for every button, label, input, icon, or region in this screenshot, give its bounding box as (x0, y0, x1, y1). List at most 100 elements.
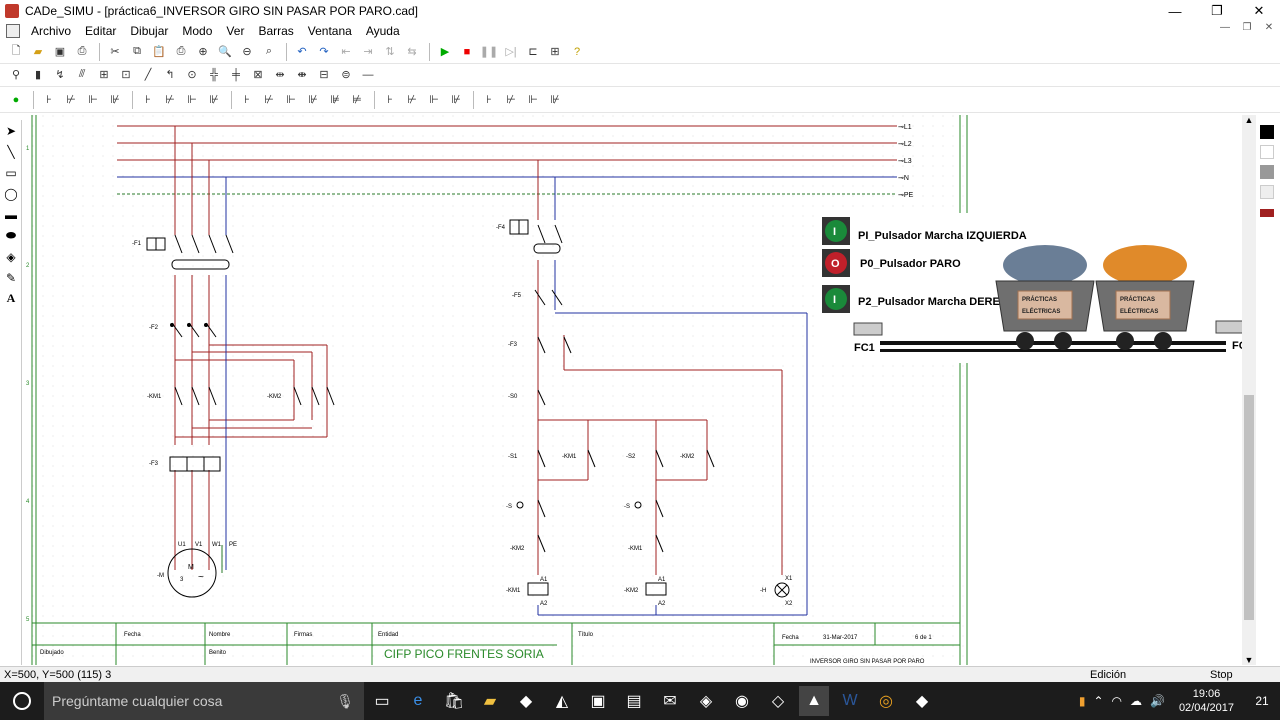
paste-icon[interactable]: 📋 (149, 42, 169, 62)
line-icon[interactable]: — (358, 65, 378, 85)
contact-15-icon[interactable]: ⊬ (402, 90, 422, 110)
line-tool-icon[interactable]: ╲ (0, 141, 22, 162)
chrome-icon[interactable]: ◎ (871, 686, 901, 716)
contact-13-icon[interactable]: ⊭ (347, 90, 367, 110)
contact-10-icon[interactable]: ⊩ (281, 90, 301, 110)
onedrive-icon[interactable]: ☁ (1130, 694, 1142, 708)
action-center-icon[interactable]: 21 (1244, 682, 1280, 720)
save-icon[interactable]: ▣ (50, 42, 70, 62)
close-button[interactable]: ✕ (1238, 0, 1280, 22)
switch-icon[interactable]: ╱ (138, 65, 158, 85)
store-icon[interactable]: 🛍 (439, 686, 469, 716)
contact-4-icon[interactable]: ⊦ (138, 90, 158, 110)
contact-14-icon[interactable]: ⊦ (380, 90, 400, 110)
breaker-icon[interactable]: ↯ (50, 65, 70, 85)
align-right-icon[interactable]: ⇥ (358, 42, 378, 62)
connector-icon[interactable]: ⇹ (270, 65, 290, 85)
taskbar-search[interactable]: Pregúntame cualquier cosa 🎙 (44, 682, 364, 720)
contact-18-icon[interactable]: ⊦ (479, 90, 499, 110)
scroll-up-icon[interactable]: ▲ (1242, 115, 1256, 125)
menu-dibujar[interactable]: Dibujar (123, 24, 175, 38)
undo-icon[interactable]: ↶ (292, 42, 312, 62)
menu-ver[interactable]: Ver (219, 24, 251, 38)
block-icon[interactable]: ⊟ (314, 65, 334, 85)
align-left-icon[interactable]: ⇤ (336, 42, 356, 62)
cadesimu-taskbar-icon[interactable]: ▲ (799, 686, 829, 716)
mdi-restore-button[interactable]: ❐ (1236, 22, 1258, 33)
tray-notification-icon[interactable]: ▮ (1079, 694, 1086, 708)
contact-16-icon[interactable]: ⊩ (424, 90, 444, 110)
play-icon[interactable]: ▶ (435, 42, 455, 62)
contact-nc-icon[interactable]: ⊬ (61, 90, 81, 110)
contact-no-icon[interactable]: ⊦ (39, 90, 59, 110)
contact-2-icon[interactable]: ⊩ (83, 90, 103, 110)
fill-icon[interactable]: ◈ (0, 246, 22, 267)
cross-icon[interactable]: ╬ (204, 65, 224, 85)
menu-ayuda[interactable]: Ayuda (359, 24, 407, 38)
contact-19-icon[interactable]: ⊬ (501, 90, 521, 110)
contact-17-icon[interactable]: ⊮ (446, 90, 466, 110)
start-button[interactable] (0, 682, 44, 720)
app-icon-1[interactable]: ◆ (511, 686, 541, 716)
app-icon-2[interactable]: ◭ (547, 686, 577, 716)
menu-archivo[interactable]: Archivo (24, 24, 78, 38)
color-gray[interactable] (1260, 165, 1274, 179)
pause-icon[interactable]: ❚❚ (479, 42, 499, 62)
clock[interactable]: 19:06 02/04/2017 (1179, 687, 1234, 715)
drawing-canvas[interactable]: 1 2 3 4 5 ⊸L1 ⊸L2 ⊸L3 ⊸N ⊸PE -F1 -F2 -KM… (22, 115, 1242, 665)
color-white[interactable] (1260, 145, 1274, 159)
app-icon-6[interactable]: ◉ (727, 686, 757, 716)
stop-icon[interactable]: ■ (457, 42, 477, 62)
menu-barras[interactable]: Barras (251, 24, 300, 38)
redo-icon[interactable]: ↷ (314, 42, 334, 62)
flip-icon[interactable]: ⇅ (380, 42, 400, 62)
rotate-icon[interactable]: ⇆ (402, 42, 422, 62)
mdi-minimize-button[interactable]: — (1214, 22, 1236, 33)
color-light[interactable] (1260, 185, 1274, 199)
task-view-icon[interactable]: ▭ (367, 686, 397, 716)
word-icon[interactable]: W (835, 686, 865, 716)
explorer-icon[interactable]: ▰ (475, 686, 505, 716)
filled-rectangle-icon[interactable]: ▬ (0, 204, 22, 225)
minimize-button[interactable]: — (1154, 0, 1196, 22)
new-file-icon[interactable]: 🗋 (6, 42, 26, 62)
menu-modo[interactable]: Modo (175, 24, 219, 38)
print-icon[interactable]: ⎙ (72, 42, 92, 62)
chevron-up-icon[interactable]: ⌃ (1093, 694, 1103, 708)
pen-icon[interactable]: ✎ (0, 267, 22, 288)
motor-icon[interactable]: ⊠ (248, 65, 268, 85)
block2-icon[interactable]: ⊜ (336, 65, 356, 85)
wifi-icon[interactable]: ◠ (1112, 694, 1122, 708)
volume-icon[interactable]: 🔊 (1150, 694, 1165, 708)
menu-ventana[interactable]: Ventana (301, 24, 359, 38)
contact-6-icon[interactable]: ⊩ (182, 90, 202, 110)
step-icon[interactable]: ▷| (501, 42, 521, 62)
relay-icon[interactable]: ⊞ (94, 65, 114, 85)
contact-20-icon[interactable]: ⊩ (523, 90, 543, 110)
properties-icon[interactable]: ⊞ (545, 42, 565, 62)
document-icon[interactable] (6, 24, 20, 38)
app-icon-7[interactable]: ◇ (763, 686, 793, 716)
app-icon-4[interactable]: ▤ (619, 686, 649, 716)
restore-button[interactable]: ❐ (1196, 0, 1238, 22)
dot-icon[interactable]: ● (6, 90, 26, 110)
switch2-icon[interactable]: ↰ (160, 65, 180, 85)
fuse-icon[interactable]: ▮ (28, 65, 48, 85)
print-preview-icon[interactable]: ⎙ (171, 42, 191, 62)
contact-8-icon[interactable]: ⊦ (237, 90, 257, 110)
cut-icon[interactable]: ✂ (105, 42, 125, 62)
terminal-icon[interactable]: ⊙ (182, 65, 202, 85)
contact-12-icon[interactable]: ⊯ (325, 90, 345, 110)
open-folder-icon[interactable]: ▰ (28, 42, 48, 62)
contact-21-icon[interactable]: ⊮ (545, 90, 565, 110)
contact-9-icon[interactable]: ⊬ (259, 90, 279, 110)
ellipse-icon[interactable]: ◯ (0, 183, 22, 204)
scroll-down-icon[interactable]: ▼ (1242, 655, 1256, 665)
zoom-in-icon[interactable]: ⊕ (193, 42, 213, 62)
app-icon-8[interactable]: ◆ (907, 686, 937, 716)
microphone-icon[interactable]: 🎙 (336, 693, 354, 710)
app-icon-3[interactable]: ▣ (583, 686, 613, 716)
scroll-thumb[interactable] (1244, 395, 1254, 620)
rectangle-icon[interactable]: ▭ (0, 162, 22, 183)
contact-3-icon[interactable]: ⊮ (105, 90, 125, 110)
